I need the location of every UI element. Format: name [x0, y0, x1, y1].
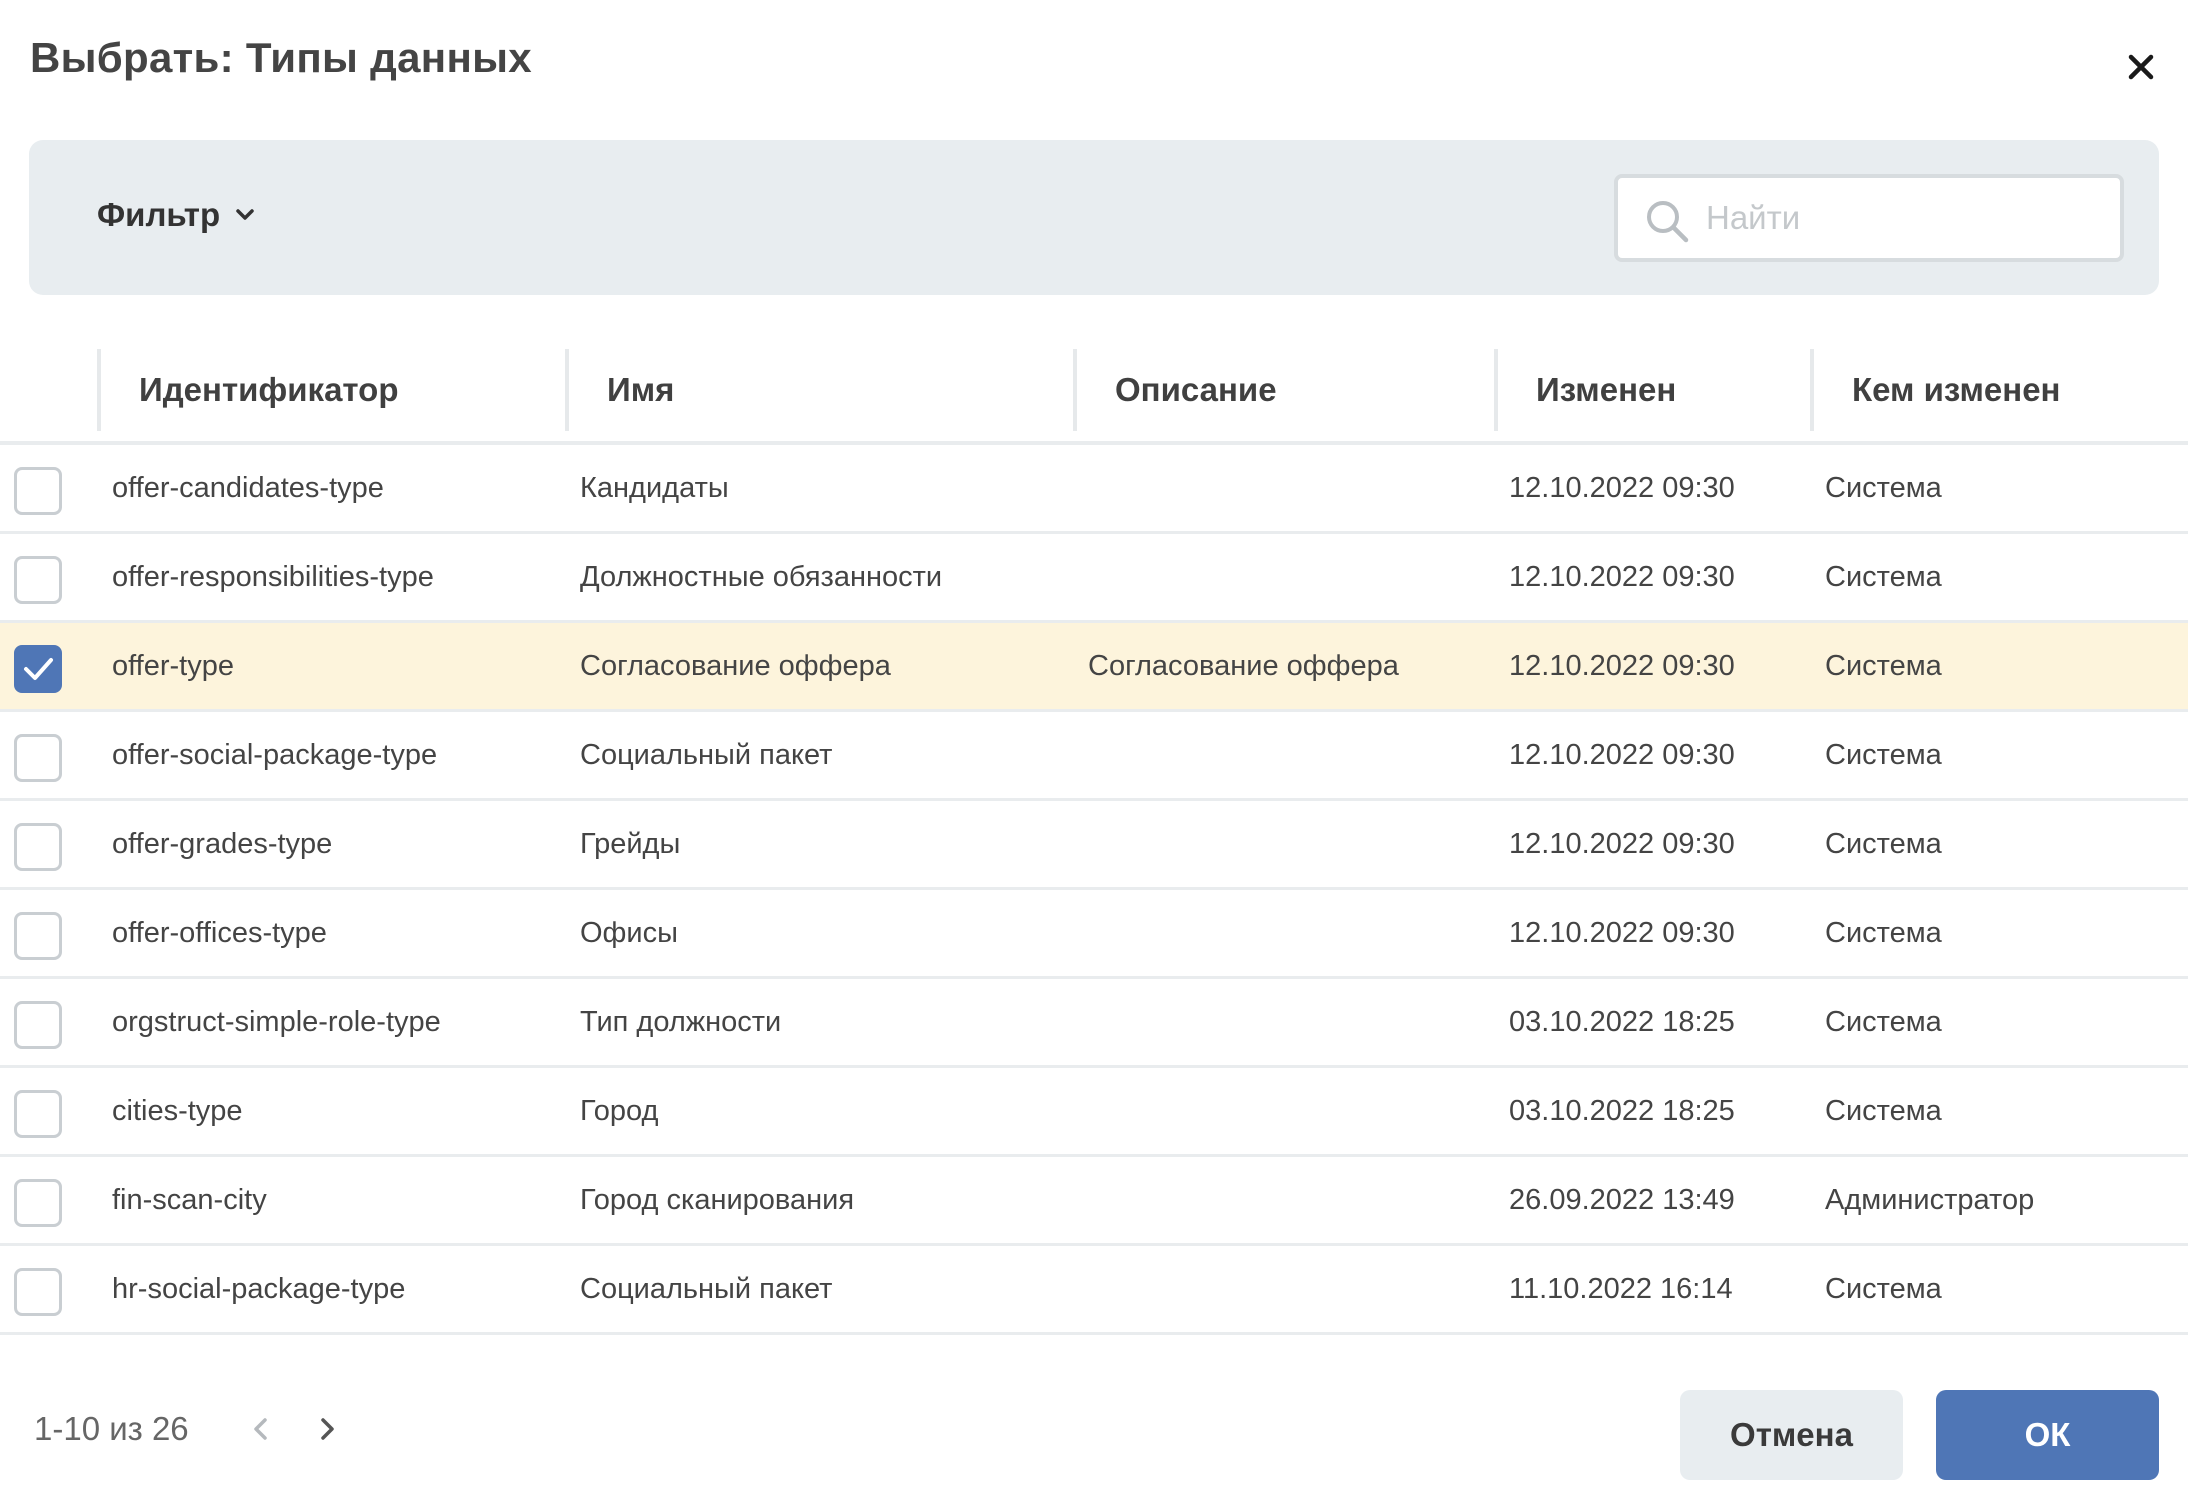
- column-header-modified-by[interactable]: Кем изменен: [1810, 349, 2188, 431]
- cell-modified-by: Система: [1825, 560, 1942, 593]
- cell-modified: 12.10.2022 09:30: [1509, 649, 1735, 682]
- cell-id: hr-social-package-type: [112, 1272, 406, 1305]
- cell-name: Должностные обязанности: [580, 560, 943, 593]
- cell-modified-by: Система: [1825, 649, 1942, 682]
- close-button[interactable]: [2110, 36, 2172, 98]
- filter-dropdown[interactable]: Фильтр: [97, 196, 260, 234]
- row-checkbox[interactable]: [14, 1001, 62, 1049]
- cell-modified: 12.10.2022 09:30: [1509, 916, 1735, 949]
- cell-id: offer-type: [112, 649, 234, 682]
- row-checkbox[interactable]: [14, 1268, 62, 1316]
- cell-name: Кандидаты: [580, 471, 729, 504]
- table-row[interactable]: orgstruct-simple-role-type Тип должности 0…: [0, 979, 2188, 1068]
- cell-name: Социальный пакет: [580, 1272, 833, 1305]
- cell-description: Согласование оффера: [1088, 649, 1399, 682]
- select-data-types-dialog: Выбрать: Типы данных Фильтр Идентификато…: [0, 0, 2188, 1509]
- table-row[interactable]: cities-type Город 03.10.2022 18:25 Система: [0, 1068, 2188, 1157]
- column-header-modified[interactable]: Изменен: [1494, 349, 1812, 431]
- cell-id: offer-offices-type: [112, 916, 327, 949]
- column-header-name[interactable]: Имя: [565, 349, 1075, 431]
- close-icon: [2128, 54, 2154, 80]
- row-checkbox[interactable]: [14, 823, 62, 871]
- chevron-down-icon: [236, 209, 254, 220]
- cell-modified: 03.10.2022 18:25: [1509, 1005, 1735, 1038]
- table-row[interactable]: fin-scan-city Город сканирования 26.09.202…: [0, 1157, 2188, 1246]
- cell-modified: 12.10.2022 09:30: [1509, 560, 1735, 593]
- cell-id: offer-responsibilities-type: [112, 560, 434, 593]
- row-checkbox[interactable]: [14, 467, 62, 515]
- cell-id: orgstruct-simple-role-type: [112, 1005, 441, 1038]
- search-input[interactable]: [1706, 178, 2106, 258]
- row-checkbox[interactable]: [14, 912, 62, 960]
- column-header-description[interactable]: Описание: [1073, 349, 1496, 431]
- dialog-title: Выбрать: Типы данных: [30, 34, 532, 81]
- table-row[interactable]: offer-social-package-type Социальный паке…: [0, 712, 2188, 801]
- cancel-button[interactable]: Отмена: [1680, 1390, 1903, 1480]
- cell-name: Согласование оффера: [580, 649, 891, 682]
- cell-modified-by: Система: [1825, 916, 1942, 949]
- column-header-id[interactable]: Идентификатор: [97, 349, 567, 431]
- table-row[interactable]: offer-responsibilities-type Должностные о…: [0, 534, 2188, 623]
- table-row[interactable]: offer-offices-type Офисы 12.10.2022 09:30 С…: [0, 890, 2188, 979]
- chevron-right-icon: [320, 1418, 334, 1440]
- table-row[interactable]: offer-type Согласование оффера Согласовани…: [0, 623, 2188, 712]
- table-header: Идентификатор Имя Описание Изменен Кем и…: [0, 345, 2188, 445]
- cell-modified-by: Система: [1825, 1272, 1942, 1305]
- cell-modified-by: Система: [1825, 827, 1942, 860]
- cell-modified: 12.10.2022 09:30: [1509, 827, 1735, 860]
- cell-name: Социальный пакет: [580, 738, 833, 771]
- table-row[interactable]: hr-social-package-type Социальный пакет 11…: [0, 1246, 2188, 1335]
- cell-id: offer-social-package-type: [112, 738, 438, 771]
- cell-modified-by: Система: [1825, 1094, 1942, 1127]
- filter-label: Фильтр: [97, 196, 221, 233]
- previous-page-button[interactable]: [243, 1411, 279, 1447]
- pagination: 1-10 из 26: [34, 1410, 345, 1448]
- data-types-table: Идентификатор Имя Описание Изменен Кем и…: [0, 345, 2188, 1335]
- chevron-left-icon: [253, 1418, 267, 1440]
- cell-modified: 12.10.2022 09:30: [1509, 471, 1735, 504]
- row-checkbox[interactable]: [14, 734, 62, 782]
- cell-name: Город сканирования: [580, 1183, 855, 1216]
- cell-modified: 12.10.2022 09:30: [1509, 738, 1735, 771]
- row-checkbox[interactable]: [14, 645, 62, 693]
- cell-id: cities-type: [112, 1094, 243, 1127]
- row-checkbox[interactable]: [14, 556, 62, 604]
- filter-toolbar: Фильтр: [29, 140, 2159, 295]
- cell-id: fin-scan-city: [112, 1183, 267, 1216]
- cell-modified-by: Администратор: [1825, 1183, 2035, 1216]
- cell-modified-by: Система: [1825, 1005, 1942, 1038]
- cell-name: Офисы: [580, 916, 678, 949]
- cell-name: Город: [580, 1094, 659, 1127]
- next-page-button[interactable]: [309, 1411, 345, 1447]
- cell-modified-by: Система: [1825, 471, 1942, 504]
- cell-modified: 26.09.2022 13:49: [1509, 1183, 1735, 1216]
- cell-name: Грейды: [580, 827, 681, 860]
- search-box: [1614, 174, 2124, 262]
- cell-modified: 11.10.2022 16:14: [1509, 1272, 1733, 1305]
- table-row[interactable]: offer-grades-type Грейды 12.10.2022 09:30 С…: [0, 801, 2188, 890]
- cell-id: offer-grades-type: [112, 827, 333, 860]
- cell-name: Тип должности: [580, 1005, 782, 1038]
- ok-button[interactable]: ОК: [1936, 1390, 2159, 1480]
- pagination-summary: 1-10 из 26: [34, 1410, 189, 1447]
- row-checkbox[interactable]: [14, 1090, 62, 1138]
- table-body: offer-candidates-type Кандидаты 12.10.2022…: [0, 445, 2188, 1335]
- row-checkbox[interactable]: [14, 1179, 62, 1227]
- cell-modified: 03.10.2022 18:25: [1509, 1094, 1735, 1127]
- search-icon: [1647, 201, 1689, 243]
- check-icon: [24, 658, 53, 680]
- cell-id: offer-candidates-type: [112, 471, 384, 504]
- table-row[interactable]: offer-candidates-type Кандидаты 12.10.2022…: [0, 445, 2188, 534]
- cell-modified-by: Система: [1825, 738, 1942, 771]
